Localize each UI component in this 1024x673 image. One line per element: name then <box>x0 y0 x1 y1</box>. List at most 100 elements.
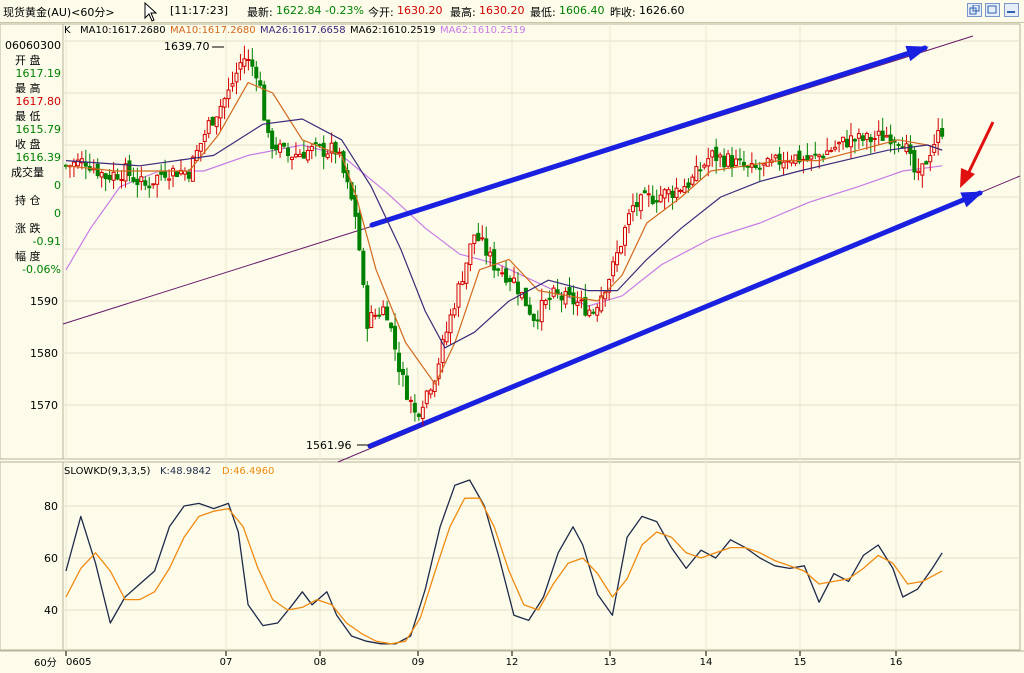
candle-body <box>674 187 679 198</box>
candlestick <box>206 117 211 139</box>
candlestick <box>872 130 877 152</box>
legend-ma10-white: MA10:1617.2680 <box>80 25 166 36</box>
candle-body <box>876 130 881 136</box>
legend-ma62-white: MA62:1610.2519 <box>350 25 436 36</box>
candlestick <box>171 165 176 188</box>
candlestick <box>404 367 409 401</box>
chart-window: 现货黄金(AU)<60分> [11:17:23] 最新: 1622.84 -0.… <box>0 0 1024 673</box>
candlestick <box>646 184 651 207</box>
candle-body <box>924 161 929 165</box>
candlestick <box>694 155 699 182</box>
candlestick <box>654 189 659 213</box>
candle-body <box>868 136 873 143</box>
candlestick <box>880 117 885 141</box>
candle-body <box>155 174 160 185</box>
candle-body <box>777 153 782 165</box>
candlestick <box>543 298 548 309</box>
candle-body <box>289 156 294 160</box>
sidebar-low-label: 最 低 <box>15 110 41 123</box>
candlestick <box>749 152 754 173</box>
candlestick <box>305 145 310 164</box>
candle-body <box>131 177 136 183</box>
candle-body <box>559 295 564 301</box>
time-tick-label: 14 <box>700 657 713 668</box>
candlestick <box>111 162 116 190</box>
candlestick <box>234 62 239 95</box>
candlestick <box>460 271 465 286</box>
lower-channel-arrow-head <box>960 191 984 208</box>
kd-title: SLOWKD(9,3,3,5) <box>64 466 150 477</box>
candle-body <box>198 142 203 152</box>
sidebar-range-value: -0.06% <box>22 263 61 276</box>
candle-body <box>813 153 818 156</box>
candle-body <box>456 283 461 308</box>
candle-body <box>500 272 505 275</box>
candle-body <box>702 164 707 168</box>
candle-body <box>400 369 405 375</box>
time-tick-label: 07 <box>220 657 233 668</box>
sidebar-volume-value: 0 <box>54 179 61 192</box>
candlestick <box>868 133 873 154</box>
candle-body <box>710 150 715 158</box>
candlestick <box>511 266 516 284</box>
candle-body <box>860 135 865 141</box>
candle-body <box>535 319 540 322</box>
candle-body <box>698 169 703 172</box>
candlestick <box>848 122 853 159</box>
candle-body <box>666 189 671 195</box>
candle-body <box>638 194 643 212</box>
sidebar-position-value: 0 <box>54 207 61 220</box>
candlestick <box>896 142 901 153</box>
candlestick <box>289 156 294 170</box>
candle-body <box>515 281 520 295</box>
candle-body <box>171 167 176 177</box>
candlestick <box>484 226 489 265</box>
candlestick <box>714 138 719 174</box>
candlestick <box>329 132 334 163</box>
candle-body <box>393 325 398 350</box>
candle-body <box>833 146 838 150</box>
candle-body <box>424 390 429 405</box>
candlestick <box>730 146 735 177</box>
kd-d-value: D:46.4960 <box>222 466 274 477</box>
candlestick <box>845 129 850 149</box>
candlestick <box>726 149 731 169</box>
candlestick <box>373 308 378 320</box>
candlestick <box>175 171 180 178</box>
candle-body <box>194 149 199 162</box>
candle-body <box>615 252 620 266</box>
candlestick <box>377 307 382 319</box>
candle-body <box>321 142 326 157</box>
candle-body <box>595 307 600 316</box>
candle-body <box>817 154 822 158</box>
candlestick <box>246 49 251 71</box>
candlestick <box>99 170 104 188</box>
candlestick <box>690 174 695 187</box>
candle-body <box>936 130 941 143</box>
candlestick <box>250 48 255 76</box>
candlestick <box>722 148 727 172</box>
candle-body <box>916 170 921 174</box>
candlestick <box>650 185 655 206</box>
candlestick <box>139 166 144 191</box>
candlestick <box>527 296 532 316</box>
price-tick-label: 1580 <box>30 347 58 360</box>
candle-body <box>508 277 513 282</box>
candle-body <box>579 299 584 302</box>
candle-body <box>175 171 180 178</box>
candlestick <box>718 152 723 168</box>
candle-body <box>678 189 683 192</box>
time-tick-label: 16 <box>890 657 903 668</box>
candlestick <box>230 71 235 92</box>
candle-body <box>670 190 675 199</box>
candle-body <box>662 189 667 199</box>
candlestick <box>214 116 219 135</box>
candle-body <box>313 142 318 145</box>
candlestick <box>622 224 627 256</box>
sidebar-low-value: 1615.79 <box>16 123 62 136</box>
candlestick <box>242 45 247 74</box>
candle-body <box>246 59 251 62</box>
sidebar-close-label: 收 盘 <box>15 137 41 151</box>
candle-body <box>773 154 778 159</box>
candle-body <box>147 185 152 189</box>
